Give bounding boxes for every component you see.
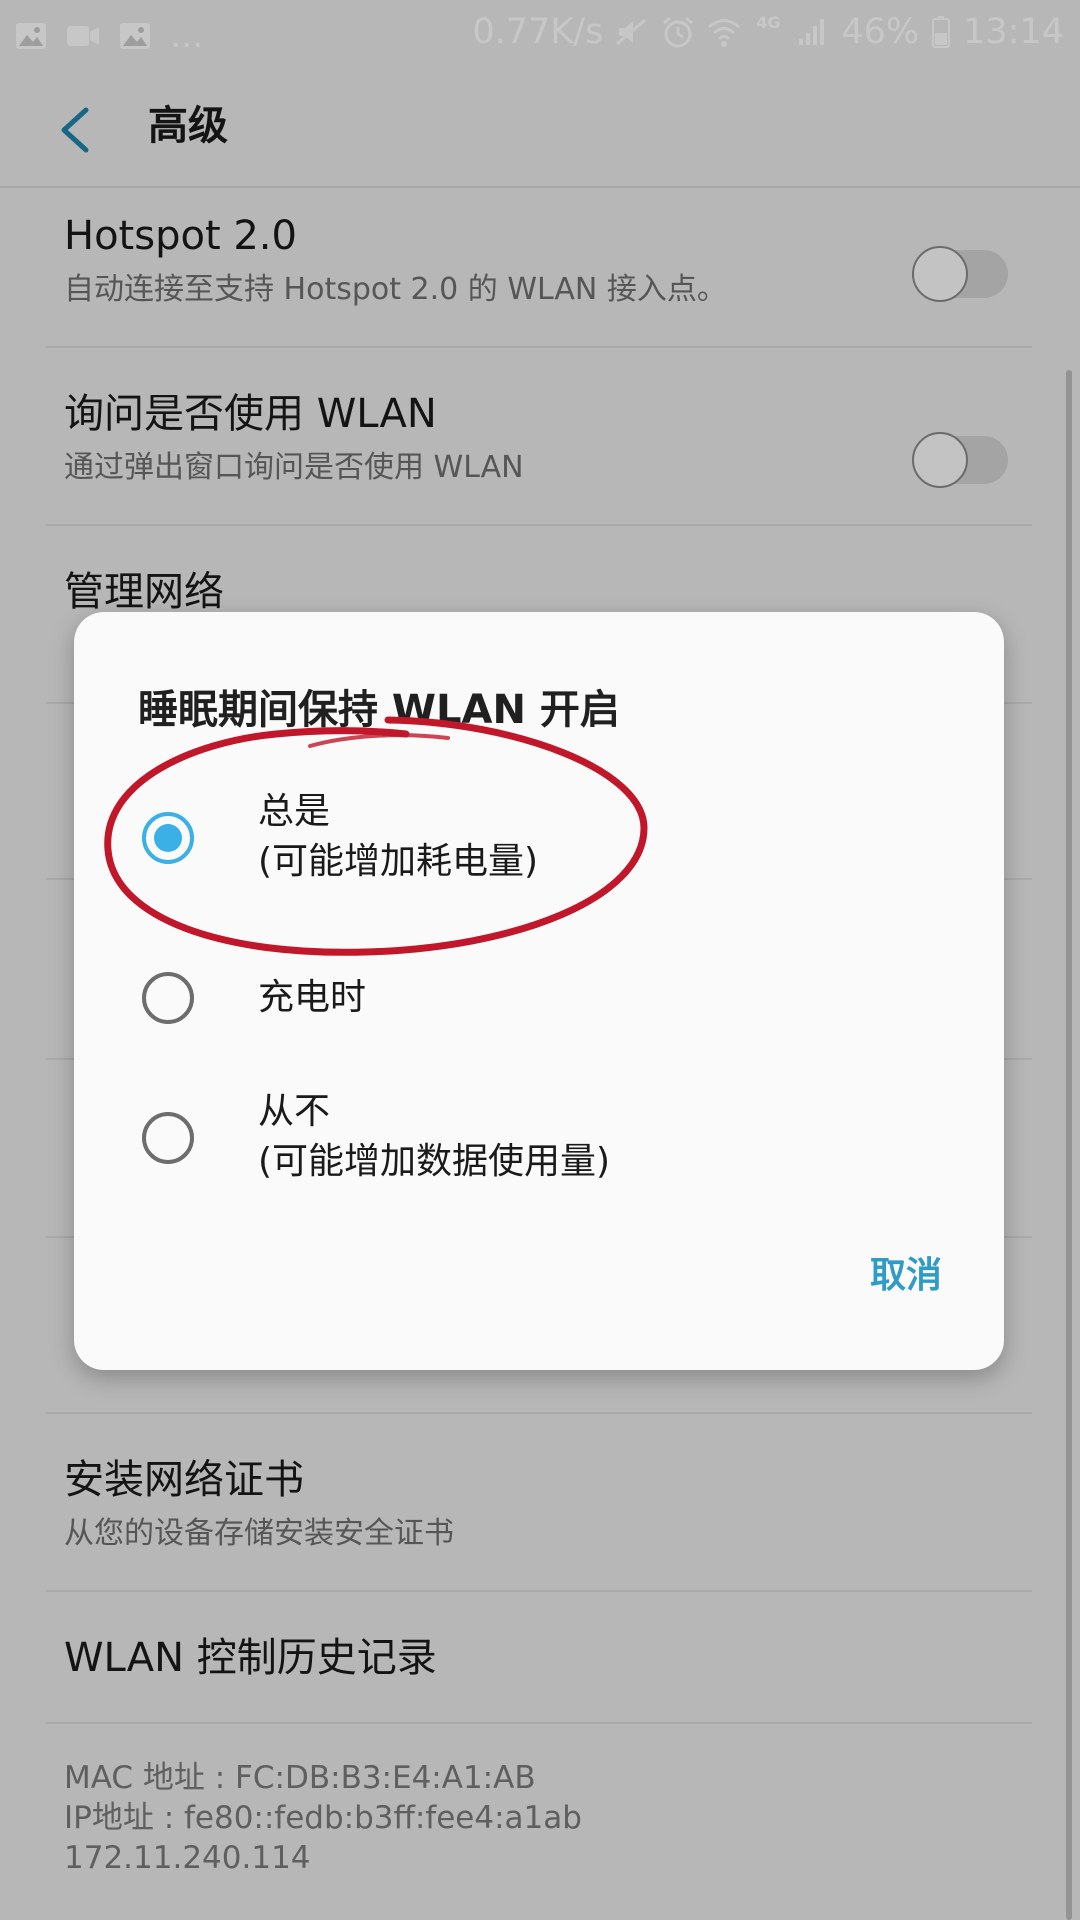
option-never-note: (可能增加数据使用量) — [258, 1141, 611, 1182]
radio-never[interactable] — [142, 1112, 194, 1164]
annotation-circle — [104, 716, 648, 956]
cancel-button[interactable]: 取消 — [870, 1250, 942, 1302]
option-never[interactable]: 从不 (可能增加数据使用量) — [74, 1082, 1004, 1212]
option-never-label: 从不 — [258, 1091, 331, 1132]
